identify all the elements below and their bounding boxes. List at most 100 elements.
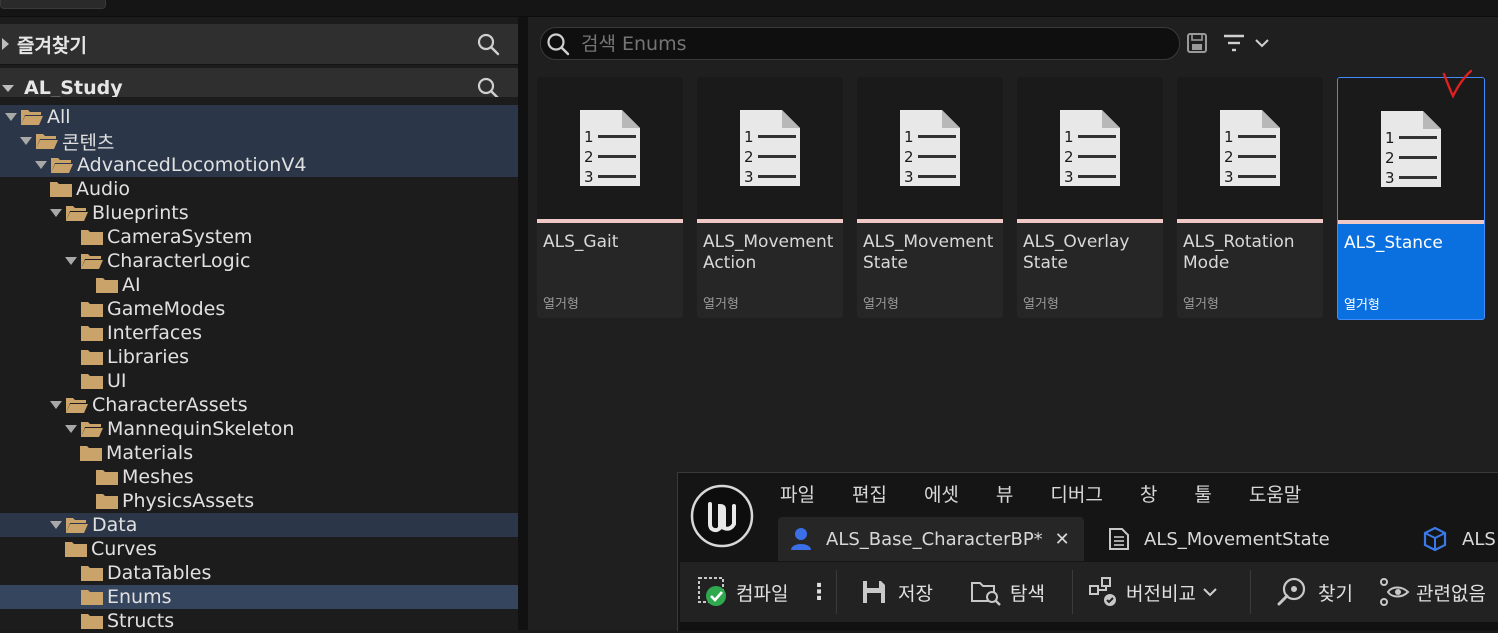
asset-type-color-bar: [1017, 219, 1163, 223]
asset-type-color-bar: [1177, 219, 1323, 223]
compile-button[interactable]: 컴파일: [696, 562, 788, 622]
tree-item[interactable]: Structs: [0, 609, 580, 633]
menu-item[interactable]: 에셋: [924, 480, 959, 507]
search-icon: [547, 32, 570, 55]
asset-tile[interactable]: 1 2 3 ALS_Overlay State 열거형: [1017, 77, 1163, 318]
asset-tile[interactable]: 1 2 3 ALS_Movement State 열거형: [857, 77, 1003, 318]
tree-item[interactable]: 콘텐츠: [0, 129, 535, 154]
tree-item-label: All: [47, 106, 71, 128]
tree-item-label: Audio: [76, 178, 131, 200]
svg-text:2: 2: [904, 148, 914, 166]
save-button[interactable]: 저장: [860, 562, 933, 622]
chevron-down-icon[interactable]: [1254, 36, 1270, 50]
compile-options-icon[interactable]: ⋮: [808, 562, 830, 622]
tree-item[interactable]: GameModes: [0, 297, 580, 321]
menu-item[interactable]: 도움말: [1249, 480, 1301, 507]
menu-item[interactable]: 창: [1140, 480, 1157, 507]
menu-item[interactable]: 디버그: [1050, 480, 1102, 507]
tree-item[interactable]: Meshes: [0, 465, 595, 489]
tree-item[interactable]: UI: [0, 369, 580, 393]
tab-als-base-characterbp[interactable]: ALS_Base_CharacterBP* ✕: [778, 517, 1084, 561]
asset-tile[interactable]: 1 2 3 ALS_Rotation Mode 열거형: [1177, 77, 1323, 318]
expand-arrow-icon[interactable]: [49, 398, 63, 412]
save-label: 저장: [898, 582, 933, 605]
folder-open-icon: [81, 254, 103, 269]
asset-type-label: 열거형: [703, 297, 739, 312]
expand-arrow-icon[interactable]: [19, 134, 33, 148]
top-tab-stub[interactable]: [0, 0, 106, 9]
tab-als[interactable]: ALS: [1422, 517, 1496, 561]
filter-icon[interactable]: [1222, 32, 1246, 54]
tree-item[interactable]: CameraSystem: [0, 225, 580, 249]
expand-arrow-icon[interactable]: [49, 518, 63, 532]
panel-splitter[interactable]: [518, 17, 528, 630]
tree-item-label: Blueprints: [92, 202, 189, 224]
asset-tile[interactable]: 1 2 3 ALS_Stance 열거형: [1337, 77, 1485, 320]
folder-open-icon: [36, 134, 58, 149]
folder-icon: [96, 278, 118, 293]
tree-item[interactable]: CharacterLogic: [0, 249, 580, 273]
folder-open-icon: [66, 206, 88, 221]
expand-arrow-icon[interactable]: [4, 110, 18, 124]
asset-search-input[interactable]: [579, 31, 1143, 56]
asset-tile[interactable]: 1 2 3 ALS_Movement Action 열거형: [697, 77, 843, 318]
close-tab-icon[interactable]: ✕: [1055, 529, 1070, 550]
asset-name: ALS_Overlay State: [1023, 232, 1130, 273]
tab-als-movementstate[interactable]: ALS_MovementState: [1108, 517, 1330, 561]
folder-icon: [81, 350, 103, 365]
menu-item[interactable]: 툴: [1194, 480, 1211, 507]
hide-unrelated-button[interactable]: 관련없음: [1378, 562, 1486, 622]
enum-document-icon: 1 2 3: [1060, 110, 1120, 186]
expand-arrow-icon[interactable]: [34, 158, 48, 172]
menu-item[interactable]: 뷰: [996, 480, 1013, 507]
tree-item[interactable]: Audio: [0, 177, 565, 208]
search-icon[interactable]: [476, 32, 500, 56]
menu-item[interactable]: 편집: [852, 480, 887, 507]
tree-item[interactable]: Interfaces: [0, 321, 580, 345]
browse-button[interactable]: 탐색: [970, 562, 1045, 622]
tree-item[interactable]: AdvancedLocomotionV4: [0, 153, 550, 177]
expand-arrow-icon[interactable]: [49, 206, 63, 220]
tree-item[interactable]: Data: [0, 513, 565, 537]
tree-item[interactable]: Curves: [0, 537, 580, 568]
folder-icon: [81, 326, 103, 341]
expand-arrow-icon[interactable]: [2, 84, 14, 92]
tree-item[interactable]: CharacterAssets: [0, 393, 565, 417]
folder-open-icon: [21, 110, 43, 125]
collapse-arrow-icon[interactable]: [2, 38, 9, 50]
folder-icon: [81, 590, 103, 605]
asset-type-label: 열거형: [1023, 297, 1059, 312]
unreal-logo-icon[interactable]: [690, 484, 754, 548]
tree-item-label: Data: [92, 514, 138, 536]
tree-item[interactable]: Enums: [0, 585, 580, 609]
asset-tile[interactable]: 1 2 3 ALS_Gait 열거형: [537, 77, 683, 318]
expand-arrow-icon[interactable]: [64, 422, 78, 436]
save-search-icon[interactable]: [1186, 32, 1208, 54]
svg-text:3: 3: [744, 168, 754, 186]
arrow-spacer: [64, 302, 78, 316]
browse-folder-icon: [971, 582, 1001, 606]
tree-item[interactable]: DataTables: [0, 561, 580, 585]
tree-item[interactable]: PhysicsAssets: [0, 489, 595, 513]
tree-item[interactable]: MannequinSkeleton: [0, 417, 580, 441]
arrow-spacer: [79, 278, 93, 292]
editor-menu-bar: 파일 편집 에셋 뷰 디버그 창 툴 도움말: [780, 480, 1338, 507]
expand-arrow-icon[interactable]: [64, 254, 78, 268]
diff-button[interactable]: 버전비교: [1088, 562, 1218, 622]
folder-icon: [81, 374, 103, 389]
save-icon: [863, 581, 885, 603]
tree-item-label: AdvancedLocomotionV4: [77, 154, 307, 176]
tree-item[interactable]: Blueprints: [0, 201, 565, 225]
tree-item[interactable]: AI: [0, 273, 595, 297]
tree-item[interactable]: Libraries: [0, 345, 580, 369]
menu-item[interactable]: 파일: [780, 480, 815, 507]
tree-item[interactable]: Materials: [0, 441, 595, 472]
arrow-spacer: [64, 350, 78, 364]
tree-item[interactable]: All: [0, 105, 520, 129]
find-button[interactable]: 찾기: [1276, 562, 1353, 622]
favorites-header[interactable]: 즐겨찾기: [0, 24, 518, 65]
arrow-spacer: [64, 614, 78, 628]
asset-search-box[interactable]: [540, 27, 1180, 60]
arrow-spacer: [64, 590, 78, 604]
folder-icon: [81, 566, 103, 581]
